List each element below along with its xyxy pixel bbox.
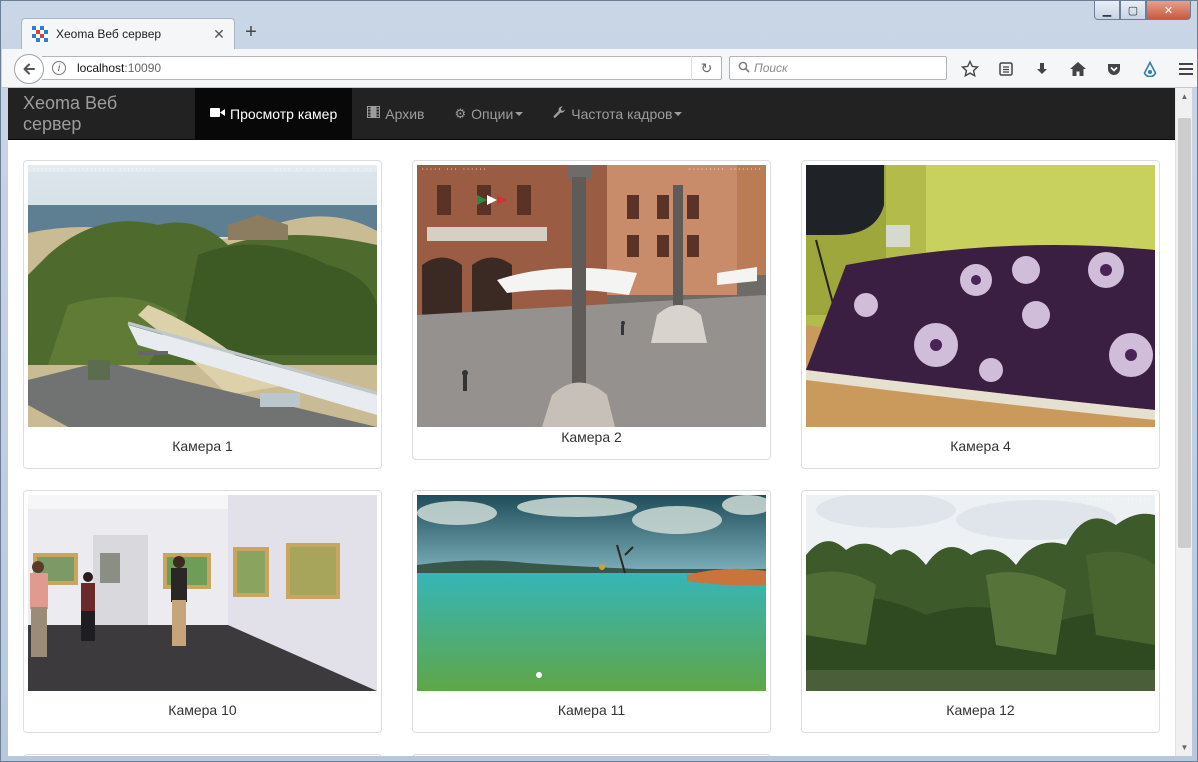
back-button[interactable] [14, 54, 44, 84]
scrollbar-thumb[interactable] [1178, 118, 1191, 548]
camera-feed-image[interactable]: ··-··-···· ··:··:·· [806, 495, 1155, 691]
camera-caption: Камера 10 [168, 702, 237, 718]
camera-feed-image[interactable]: ····· ··· ······ ········· ········ [417, 165, 766, 427]
search-bar[interactable] [729, 56, 947, 80]
search-icon [738, 61, 750, 76]
home-icon[interactable] [1065, 57, 1091, 81]
tab-title: Xeoma Веб сервер [56, 27, 162, 41]
camera-tile[interactable]: Камера 4 [801, 160, 1160, 469]
camera-caption: Камера 4 [950, 438, 1011, 454]
tab-close-icon[interactable]: ✕ [212, 26, 226, 43]
maximize-button[interactable]: ▢ [1120, 1, 1146, 20]
nav-framerate-label: Частота кадров [571, 105, 673, 122]
pocket-icon[interactable] [1101, 57, 1127, 81]
camera-overlay-text: ········ ··········· ········· [32, 166, 156, 173]
nav-framerate-dropdown[interactable]: Частота кадров [538, 88, 697, 139]
app-navbar: Xeoma Веб сервер Просмотр камер Архив ⚙ … [8, 88, 1175, 140]
url-bar[interactable]: i localhost:10090 ↻ [42, 56, 722, 80]
film-icon [367, 106, 381, 121]
camera-tile[interactable]: ··-··-···· ··:··:·· Камера 12 [801, 490, 1160, 733]
scroll-down-icon[interactable]: ▼ [1176, 739, 1193, 756]
url-text[interactable]: localhost:10090 [77, 61, 691, 75]
camera-overlay-text: ····· ··· ······ [421, 166, 487, 173]
close-window-button[interactable]: ✕ [1146, 1, 1191, 20]
browser-toolbar: i localhost:10090 ↻ [2, 49, 1197, 88]
back-arrow-icon [23, 63, 35, 75]
toolbar-icons [957, 57, 1198, 81]
nav-options-label: Опции [471, 105, 514, 122]
search-input[interactable] [754, 61, 934, 75]
gear-icon: ⚙ [454, 105, 467, 121]
browser-tab[interactable]: Xeoma Веб сервер ✕ [21, 18, 235, 49]
camera-feed-image[interactable] [28, 495, 377, 691]
camera-timestamp: ···· ·· ·· ···· ·· ·· ·· [274, 166, 373, 173]
camera-tile[interactable]: ········ ··········· ········· ···· ·· ·… [23, 160, 382, 469]
camera-feed-image[interactable] [417, 495, 766, 691]
page-scrollbar[interactable]: ▲ ▼ [1175, 88, 1192, 756]
camera-caption: Камера 1 [172, 438, 233, 454]
camera-tile[interactable] [23, 754, 382, 756]
reading-list-icon[interactable] [993, 57, 1019, 81]
caret-down-icon [515, 111, 524, 116]
nav-archive[interactable]: Архив [352, 88, 439, 139]
camera-caption: Камера 11 [557, 702, 626, 718]
browser-window: Xeoma Веб сервер ✕ + ▁ ▢ ✕ i localhost:1… [0, 0, 1198, 762]
tab-bar: Xeoma Веб сервер ✕ + ▁ ▢ ✕ [1, 1, 1197, 49]
camera-caption: Камера 12 [946, 702, 1015, 718]
caret-down-icon [674, 111, 683, 116]
camera-timestamp: ········· ········ [687, 166, 762, 173]
nav-options-dropdown[interactable]: ⚙ Опции [439, 88, 538, 139]
site-info-icon[interactable]: i [52, 61, 66, 75]
camera-timestamp: ··-··-···· ··:··:·· [1072, 496, 1151, 503]
camera-tile[interactable]: Камера 10 [23, 490, 382, 733]
scroll-up-icon[interactable]: ▲ [1176, 88, 1193, 105]
menu-icon[interactable] [1173, 57, 1198, 81]
wrench-icon [553, 105, 566, 122]
xeoma-favicon-icon [32, 26, 48, 42]
download-icon[interactable] [1029, 57, 1055, 81]
camera-caption: Камера 2 [561, 429, 622, 445]
reload-icon[interactable]: ↻ [691, 56, 721, 80]
nav-camera-view-label: Просмотр камер [230, 105, 338, 122]
window-controls: ▁ ▢ ✕ [1094, 1, 1191, 20]
camera-tile[interactable]: ····· ··· ······ ········· ········ Каме… [412, 160, 771, 460]
camera-feed-image[interactable] [806, 165, 1155, 427]
nav-archive-label: Архив [385, 105, 425, 122]
brand-link[interactable]: Xeoma Веб сервер [8, 88, 195, 139]
sync-drop-icon[interactable] [1137, 57, 1163, 81]
minimize-button[interactable]: ▁ [1094, 1, 1120, 20]
camera-tile[interactable]: Камера 11 [412, 490, 771, 733]
camera-tile[interactable] [412, 754, 771, 756]
page-viewport: Xeoma Веб сервер Просмотр камер Архив ⚙ … [8, 88, 1175, 756]
nav-camera-view[interactable]: Просмотр камер [195, 88, 353, 139]
new-tab-icon[interactable]: + [241, 21, 261, 44]
bookmark-star-icon[interactable] [957, 57, 983, 81]
video-camera-icon [210, 106, 225, 121]
camera-feed-image[interactable]: ········ ··········· ········· ···· ·· ·… [28, 165, 377, 427]
